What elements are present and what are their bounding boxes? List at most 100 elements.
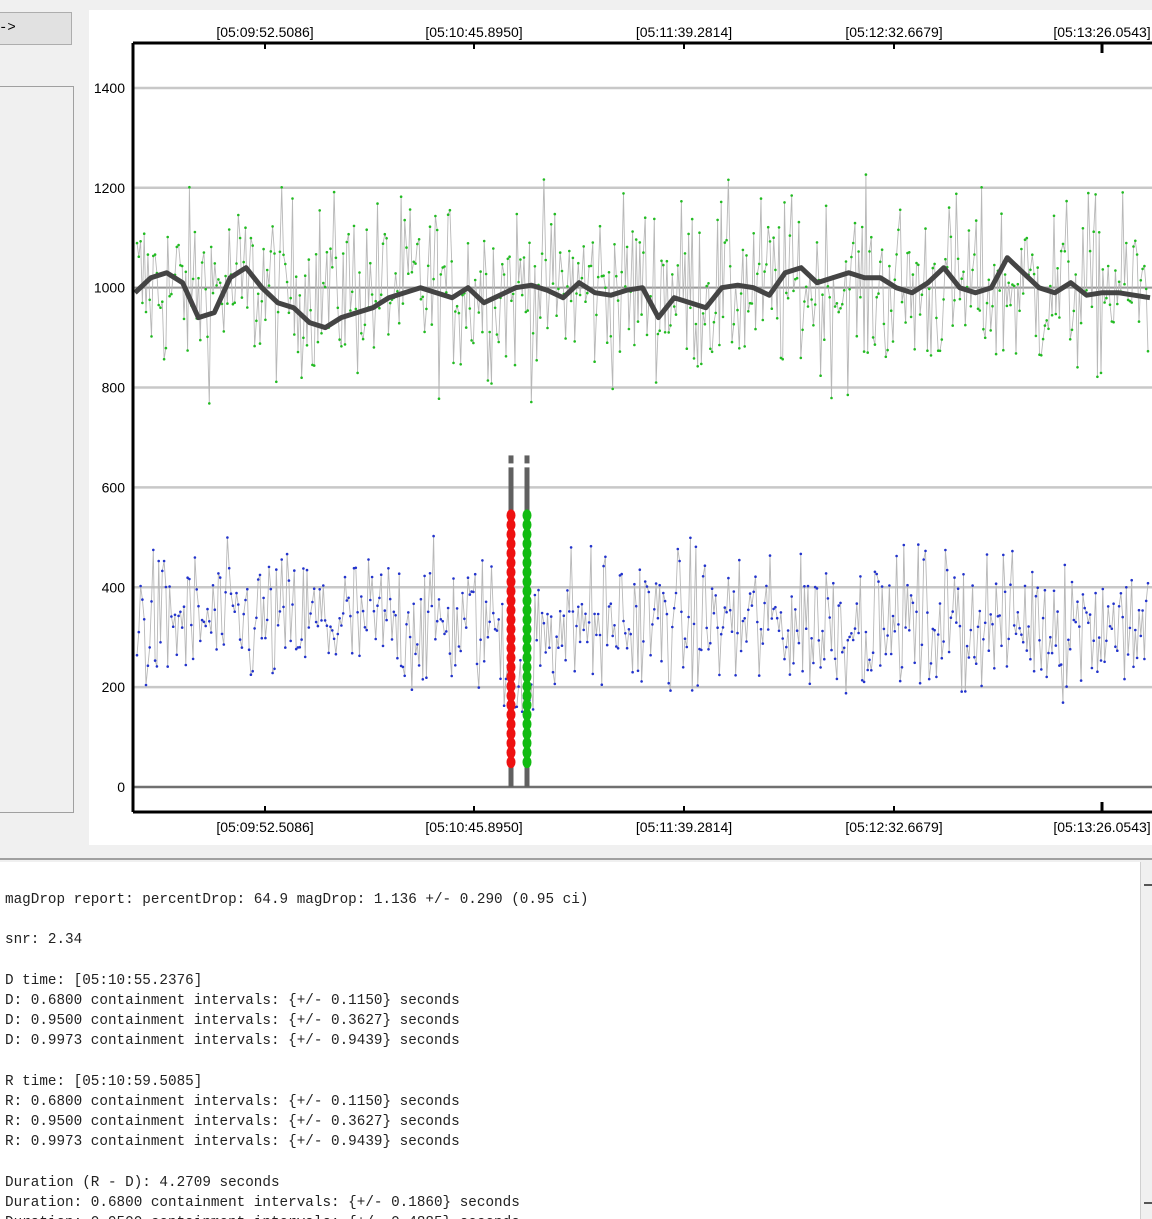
data-point xyxy=(276,310,280,314)
data-point xyxy=(358,271,361,274)
data-point xyxy=(247,648,251,651)
data-point xyxy=(1114,269,1117,272)
data-point xyxy=(388,597,392,601)
data-point xyxy=(1023,584,1027,588)
data-point xyxy=(813,303,817,306)
data-point xyxy=(193,556,197,559)
data-point xyxy=(251,244,254,247)
data-point xyxy=(414,262,417,265)
light-curve-chart[interactable]: 0 200 400 600 800 1000 1200 1400 [05:09:52.5086]… xyxy=(89,10,1152,845)
data-point xyxy=(177,614,180,618)
data-point xyxy=(873,343,877,346)
data-point xyxy=(1065,199,1068,203)
splitter-bar[interactable] xyxy=(0,858,1152,860)
data-point xyxy=(1078,625,1081,628)
data-point xyxy=(356,371,359,375)
data-point xyxy=(716,218,719,222)
data-point xyxy=(1043,588,1047,592)
data-point xyxy=(260,300,264,303)
data-point xyxy=(864,173,868,176)
data-point xyxy=(582,628,585,632)
data-point xyxy=(604,286,607,290)
data-point xyxy=(144,683,148,687)
data-point xyxy=(1052,589,1056,593)
data-point xyxy=(889,652,893,656)
arrow-button[interactable]: -> xyxy=(0,12,72,45)
data-point xyxy=(615,274,618,278)
data-point xyxy=(553,682,557,686)
data-point xyxy=(752,590,755,594)
event-marker-dot xyxy=(522,509,532,522)
data-point xyxy=(1143,657,1146,661)
data-point xyxy=(736,631,739,635)
data-point xyxy=(1116,649,1119,652)
data-point xyxy=(146,253,150,256)
light-curve-plot-area[interactable]: 0 200 400 600 800 1000 1200 1400 [05:09:52.5086]… xyxy=(89,10,1152,845)
report-scrollbar[interactable] xyxy=(1140,862,1152,1219)
data-point xyxy=(356,611,359,614)
data-point xyxy=(830,648,833,652)
data-point xyxy=(718,673,721,677)
data-point xyxy=(864,630,868,634)
data-point xyxy=(1119,592,1123,595)
data-point xyxy=(265,618,269,622)
data-point xyxy=(162,559,166,563)
data-point xyxy=(839,307,842,310)
data-point xyxy=(157,559,160,563)
data-point xyxy=(969,628,973,632)
data-point xyxy=(747,310,750,313)
data-point xyxy=(535,638,538,642)
data-point xyxy=(768,554,772,557)
data-point xyxy=(980,186,983,189)
data-point xyxy=(766,225,770,229)
data-point xyxy=(1085,611,1088,614)
data-point xyxy=(1056,610,1059,613)
data-point xyxy=(754,575,757,578)
data-point xyxy=(578,640,582,644)
data-point xyxy=(908,251,911,254)
data-point xyxy=(246,306,249,309)
report-text-area[interactable]: magDrop report: percentDrop: 64.9 magDro… xyxy=(0,862,1140,1219)
data-point xyxy=(1125,241,1128,245)
data-point xyxy=(482,660,486,663)
data-point xyxy=(153,253,157,256)
data-point xyxy=(1121,191,1124,194)
data-point xyxy=(240,646,244,649)
data-point xyxy=(1079,679,1083,682)
data-point xyxy=(394,614,397,617)
data-point xyxy=(533,265,537,268)
data-point xyxy=(624,632,627,635)
data-point xyxy=(275,568,278,571)
data-point xyxy=(182,317,186,321)
data-point xyxy=(280,186,283,189)
data-point xyxy=(723,606,727,609)
data-point xyxy=(237,603,240,606)
data-point xyxy=(1126,653,1130,656)
data-point xyxy=(323,285,327,289)
data-point xyxy=(958,624,962,628)
data-point xyxy=(689,306,692,310)
data-point xyxy=(707,648,710,651)
data-point xyxy=(378,596,381,600)
data-point xyxy=(821,293,824,297)
data-point xyxy=(660,259,663,263)
data-point xyxy=(745,254,748,257)
data-point xyxy=(222,330,226,333)
data-point xyxy=(620,270,623,274)
data-point xyxy=(432,277,435,281)
data-point xyxy=(806,584,810,588)
data-point xyxy=(839,601,842,605)
data-point xyxy=(148,646,151,649)
scrollbar-bottom-mark xyxy=(1144,1202,1152,1204)
x-tick-label-top: [05:09:52.5086] xyxy=(216,24,313,40)
data-point xyxy=(217,278,220,281)
data-point xyxy=(1090,666,1094,670)
data-point xyxy=(709,641,712,645)
data-point xyxy=(303,655,307,659)
data-point xyxy=(898,208,902,212)
data-point xyxy=(407,272,410,276)
data-point xyxy=(678,559,681,563)
data-point xyxy=(446,213,450,216)
data-point xyxy=(710,350,714,354)
data-point xyxy=(723,241,727,244)
